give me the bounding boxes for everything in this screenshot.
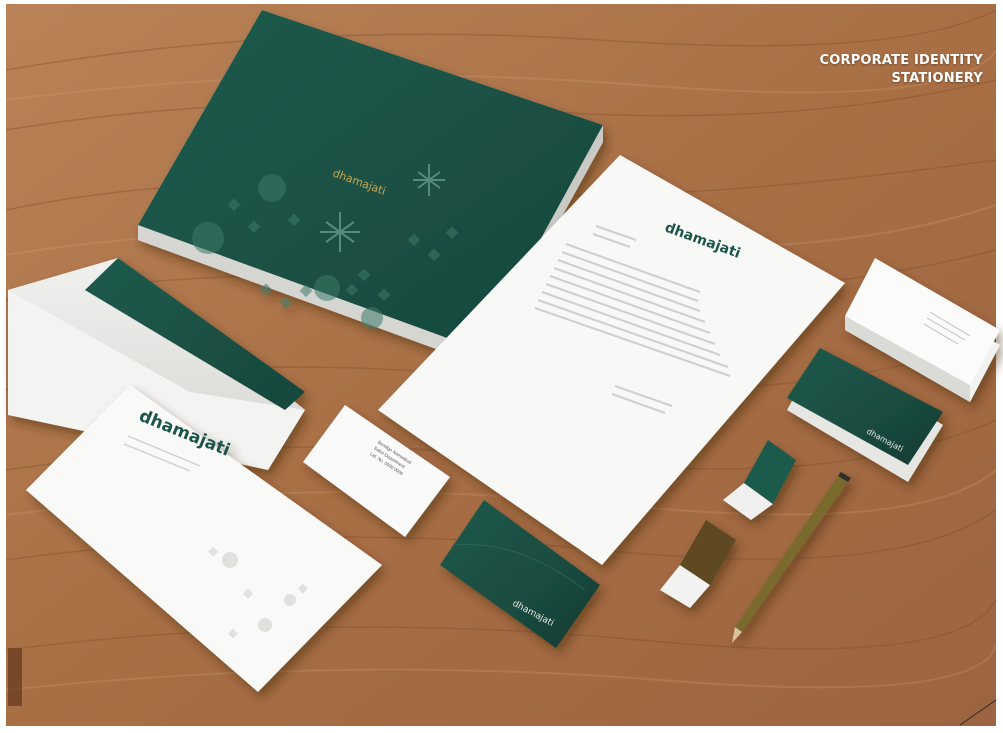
- mockup-illustration: dhamajati dhamajati dhamajati Bendigo No…: [0, 0, 1003, 733]
- stationery-mockup-scene: dhamajati dhamajati dhamajati Bendigo No…: [0, 0, 1003, 733]
- caption-block: CORPORATE IDENTITY STATIONERY: [820, 52, 984, 88]
- caption-line-2: STATIONERY: [891, 71, 983, 86]
- caption-line-1: CORPORATE IDENTITY: [819, 53, 983, 68]
